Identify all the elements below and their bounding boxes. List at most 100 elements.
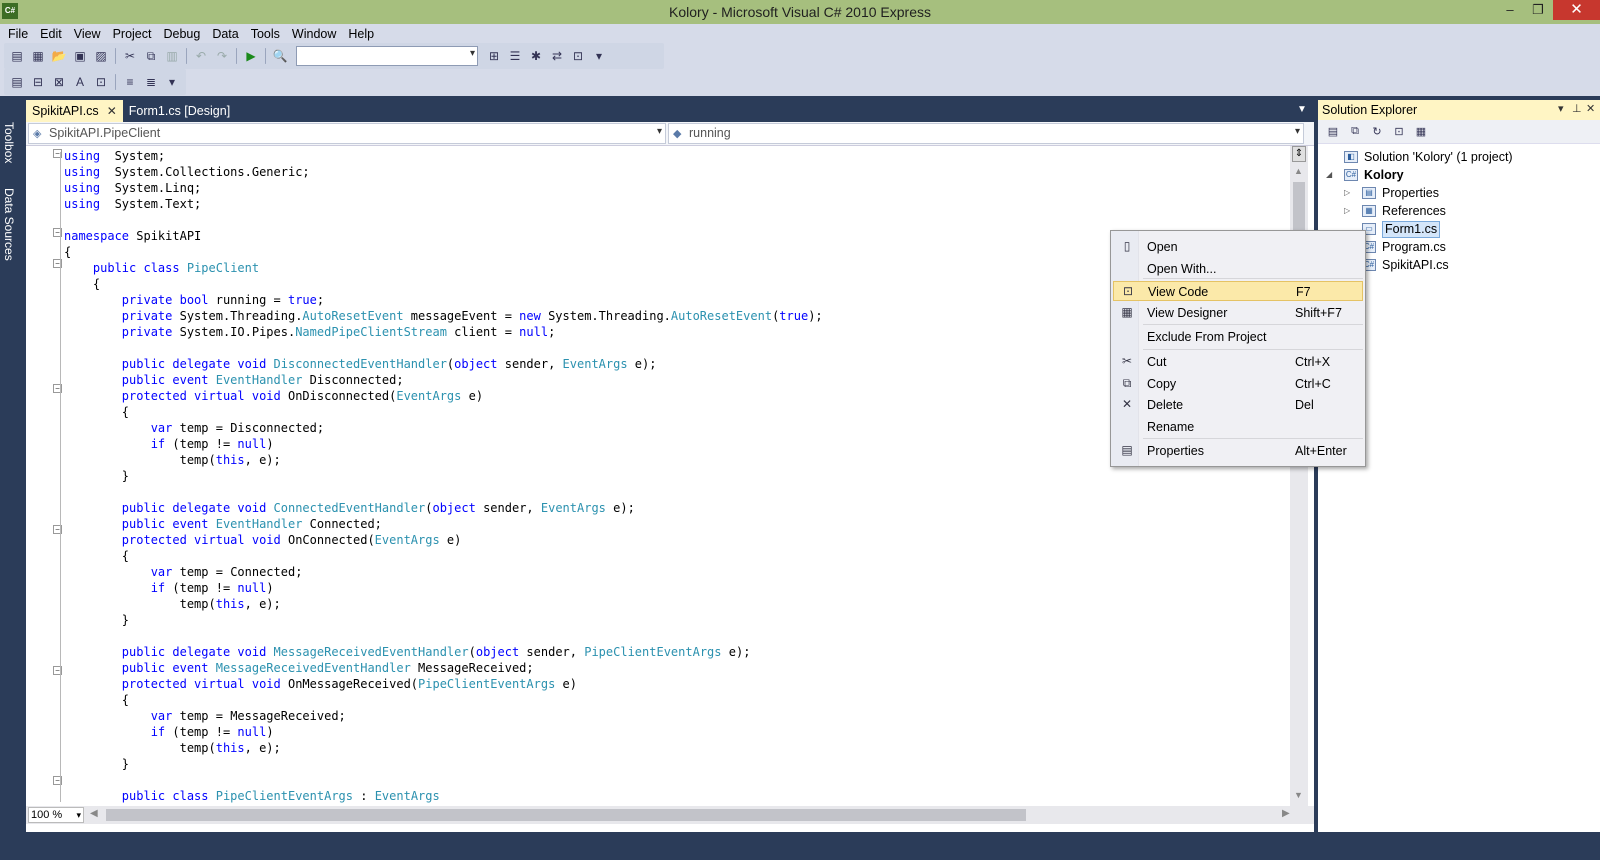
parameter-info-icon[interactable]: ⊟ — [29, 73, 47, 91]
code-line[interactable]: public delegate void ConnectedEventHandl… — [64, 500, 1282, 516]
menu-item-view-designer[interactable]: ▦ View Designer Shift+F7 — [1113, 303, 1363, 323]
code-line[interactable]: using System.Linq; — [64, 180, 1282, 196]
tab-spikitapi[interactable]: SpikitAPI.cs ✕ — [26, 100, 123, 122]
tree-item[interactable]: ▷ ▦ References — [1318, 202, 1600, 220]
code-line[interactable]: { — [64, 244, 1282, 260]
code-line[interactable]: public event EventHandler Disconnected; — [64, 372, 1282, 388]
menu-help[interactable]: Help — [342, 24, 380, 44]
bookmark-icon[interactable]: ⊡ — [92, 73, 110, 91]
start-debugging-icon[interactable]: ▶ — [242, 47, 260, 65]
horizontal-scrollbar[interactable]: 100 % ◀ ▶ — [26, 806, 1314, 824]
menu-tools[interactable]: Tools — [245, 24, 286, 44]
code-line[interactable] — [64, 340, 1282, 356]
code-line[interactable]: private System.IO.Pipes.NamedPipeClientS… — [64, 324, 1282, 340]
code-line[interactable]: { — [64, 404, 1282, 420]
add-item-icon[interactable]: ▦ — [29, 47, 47, 65]
menu-item-open-with[interactable]: Open With... — [1113, 259, 1363, 279]
code-line[interactable]: if (temp != null) — [64, 580, 1282, 596]
code-line[interactable] — [64, 484, 1282, 500]
refresh-icon[interactable]: ↻ — [1368, 123, 1386, 141]
horizontal-scroll-thumb[interactable] — [106, 809, 1026, 821]
pin-icon[interactable]: ⊥ — [1572, 102, 1582, 115]
expanded-arrow-icon[interactable]: ◢ — [1326, 166, 1332, 184]
tab-form1-design[interactable]: Form1.cs [Design] — [123, 100, 236, 122]
tree-item[interactable]: ◧ Solution 'Kolory' (1 project) — [1318, 148, 1600, 166]
code-line[interactable] — [64, 212, 1282, 228]
toolbar-options-icon[interactable]: ▾ — [590, 47, 608, 65]
code-line[interactable]: { — [64, 548, 1282, 564]
menu-edit[interactable]: Edit — [34, 24, 68, 44]
minimize-button[interactable]: – — [1496, 0, 1524, 20]
code-text-area[interactable]: using System; using System.Collections.Ge… — [64, 148, 1282, 806]
collapsed-arrow-icon[interactable]: ▷ — [1344, 184, 1350, 202]
code-line[interactable]: protected virtual void OnMessageReceived… — [64, 676, 1282, 692]
code-line[interactable]: public event EventHandler Connected; — [64, 516, 1282, 532]
menu-debug[interactable]: Debug — [157, 24, 206, 44]
member-list-icon[interactable]: ▤ — [8, 73, 26, 91]
solution-explorer-icon[interactable]: ⊞ — [485, 47, 503, 65]
member-combo[interactable]: ◆ running — [668, 123, 1304, 144]
code-line[interactable]: using System.Collections.Generic; — [64, 164, 1282, 180]
scroll-up-icon[interactable]: ▲ — [1294, 166, 1303, 176]
code-line[interactable]: private bool running = true; — [64, 292, 1282, 308]
code-line[interactable]: namespace SpikitAPI — [64, 228, 1282, 244]
properties-window-icon[interactable]: ☰ — [506, 47, 524, 65]
uncomment-icon[interactable]: ≣ — [142, 73, 160, 91]
complete-word-icon[interactable]: A — [71, 73, 89, 91]
code-line[interactable]: temp(this, e); — [64, 740, 1282, 756]
close-tab-icon[interactable]: ✕ — [107, 104, 117, 118]
scroll-down-icon[interactable]: ▼ — [1294, 790, 1303, 800]
code-line[interactable]: using System; — [64, 148, 1282, 164]
redo-icon[interactable]: ↷ — [213, 47, 231, 65]
menu-project[interactable]: Project — [107, 24, 158, 44]
zoom-combo[interactable]: 100 % — [28, 807, 84, 823]
find-in-files-icon[interactable]: 🔍 — [271, 47, 289, 65]
view-code-icon[interactable]: ⊡ — [1390, 123, 1408, 141]
code-line[interactable]: temp(this, e); — [64, 452, 1282, 468]
code-line[interactable]: public class PipeClient — [64, 260, 1282, 276]
menu-item-open[interactable]: ▯ Open — [1113, 237, 1363, 257]
undo-icon[interactable]: ↶ — [192, 47, 210, 65]
properties-icon[interactable]: ▤ — [1324, 123, 1342, 141]
split-handle-icon[interactable]: ⇕ — [1292, 146, 1306, 162]
toolbox-icon[interactable]: ⇄ — [548, 47, 566, 65]
code-line[interactable]: } — [64, 612, 1282, 628]
toolbox-tab[interactable]: Toolbox — [2, 122, 16, 163]
new-project-icon[interactable]: ▤ — [8, 47, 26, 65]
menu-view[interactable]: View — [68, 24, 107, 44]
code-line[interactable]: public delegate void MessageReceivedEven… — [64, 644, 1282, 660]
menu-item-delete[interactable]: ✕ Delete Del — [1113, 395, 1363, 415]
close-icon[interactable]: ✕ — [1586, 102, 1595, 115]
menu-item-exclude-from-project[interactable]: Exclude From Project — [1113, 327, 1363, 347]
collapsed-arrow-icon[interactable]: ▷ — [1344, 202, 1350, 220]
open-file-icon[interactable]: 📂 — [50, 47, 68, 65]
code-line[interactable]: } — [64, 468, 1282, 484]
code-line[interactable]: public event MessageReceivedEventHandler… — [64, 660, 1282, 676]
close-button[interactable]: ✕ — [1553, 0, 1600, 20]
find-combo[interactable] — [296, 46, 478, 66]
quick-info-icon[interactable]: ⊠ — [50, 73, 68, 91]
code-line[interactable] — [64, 772, 1282, 788]
menu-window[interactable]: Window — [286, 24, 342, 44]
menu-item-copy[interactable]: ⧉ Copy Ctrl+C — [1113, 374, 1363, 394]
start-page-icon[interactable]: ⊡ — [569, 47, 587, 65]
type-combo[interactable]: ◈ SpikitAPI.PipeClient — [28, 123, 666, 144]
code-line[interactable]: private System.Threading.AutoResetEvent … — [64, 308, 1282, 324]
code-line[interactable] — [64, 628, 1282, 644]
code-line[interactable]: var temp = MessageReceived; — [64, 708, 1282, 724]
comment-icon[interactable]: ≡ — [121, 73, 139, 91]
code-line[interactable]: using System.Text; — [64, 196, 1282, 212]
code-line[interactable]: public class PipeClientEventArgs : Event… — [64, 788, 1282, 804]
show-all-files-icon[interactable]: ⧉ — [1346, 123, 1364, 141]
restore-button[interactable]: ❐ — [1524, 0, 1552, 20]
tab-dropdown-icon[interactable]: ▼ — [1297, 104, 1307, 115]
code-line[interactable]: var temp = Disconnected; — [64, 420, 1282, 436]
code-line[interactable]: var temp = Connected; — [64, 564, 1282, 580]
data-sources-tab[interactable]: Data Sources — [2, 188, 16, 261]
tree-item[interactable]: ◢ C# Kolory — [1318, 166, 1600, 184]
paste-icon[interactable]: ▥ — [163, 47, 181, 65]
view-designer-icon[interactable]: ▦ — [1412, 123, 1430, 141]
code-line[interactable]: { — [64, 692, 1282, 708]
code-line[interactable]: temp(this, e); — [64, 596, 1282, 612]
tree-item[interactable]: ▷ ▤ Properties — [1318, 184, 1600, 202]
